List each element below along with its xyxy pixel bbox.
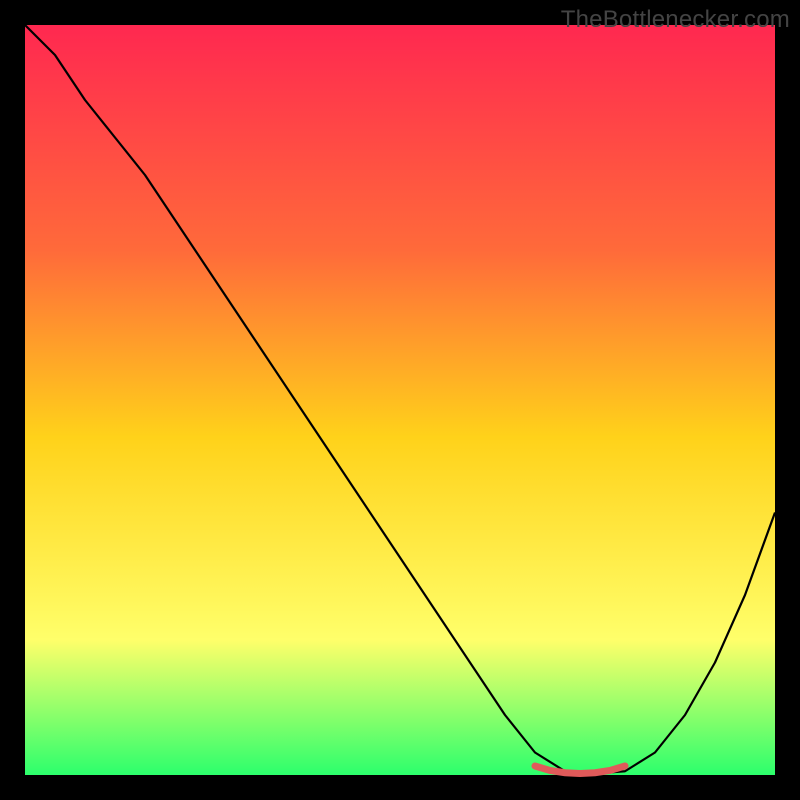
chart-container: TheBottleneсker.com [0,0,800,800]
gradient-bg [25,25,775,775]
chart-plot-area [25,25,775,775]
watermark-text: TheBottleneсker.com [561,6,790,34]
